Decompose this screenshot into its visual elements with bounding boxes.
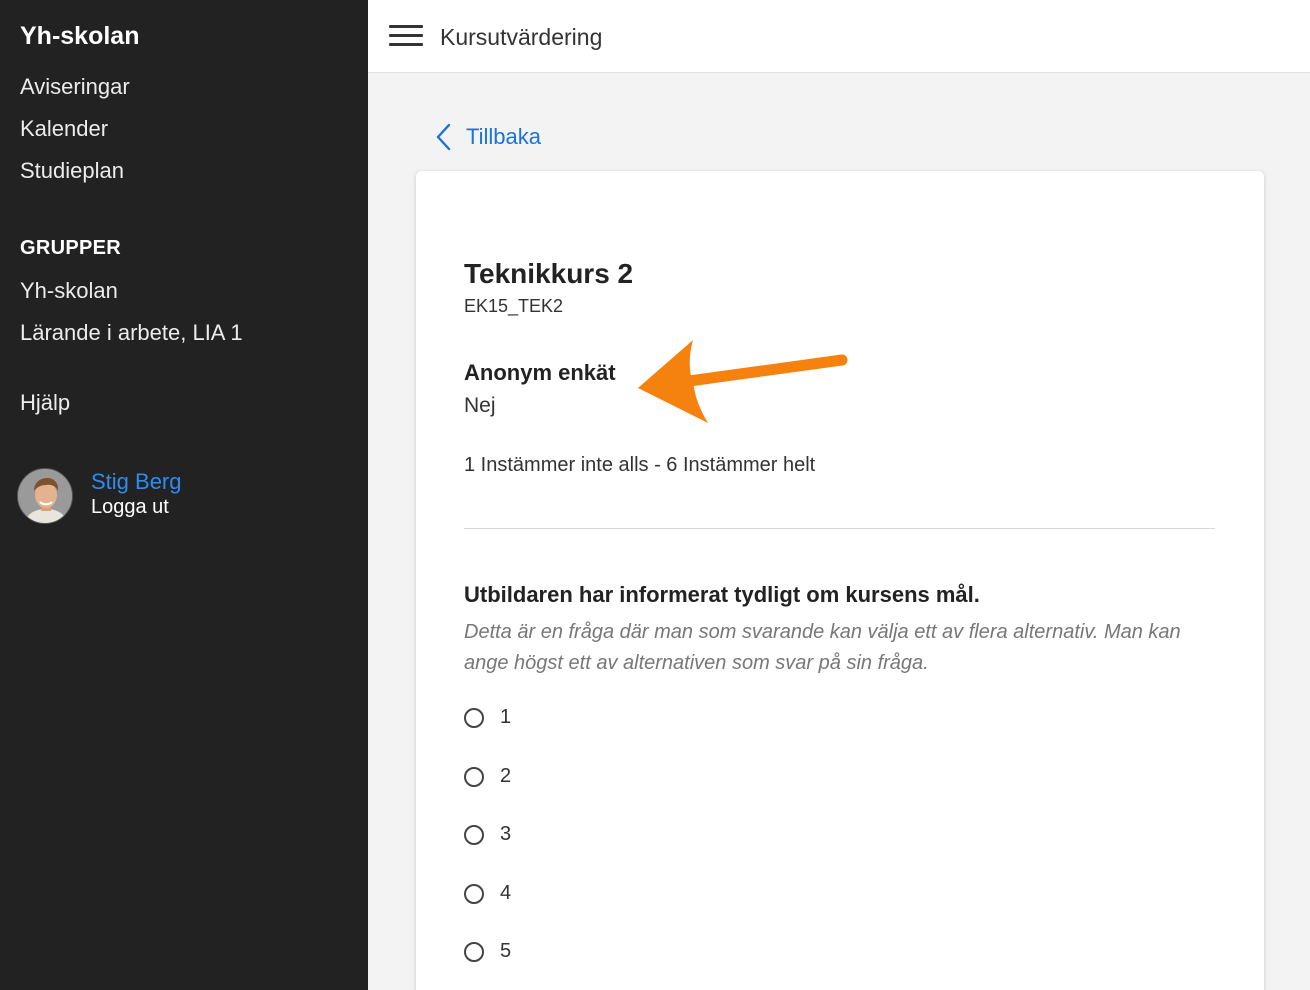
scale-description: 1 Instämmer inte alls - 6 Instämmer helt <box>464 454 816 476</box>
sidebar: Yh-skolan Aviseringar Kalender Studiepla… <box>0 0 368 990</box>
page-title: Kursutvärdering <box>440 24 603 50</box>
radio-button[interactable] <box>464 884 484 904</box>
question-title: Utbildaren har informerat tydligt om kur… <box>464 582 980 607</box>
sidebar-item-kalender[interactable]: Kalender <box>20 116 108 142</box>
brand-title[interactable]: Yh-skolan <box>20 22 139 51</box>
hamburger-menu-icon[interactable] <box>389 25 423 47</box>
option-label: 4 <box>500 882 512 904</box>
sidebar-item-help[interactable]: Hjälp <box>20 390 70 416</box>
user-panel: Stig Berg Logga ut <box>17 468 347 524</box>
divider <box>464 528 1215 529</box>
top-bar: Kursutvärdering <box>368 0 1310 73</box>
option-label: 3 <box>500 823 512 845</box>
user-name-link[interactable]: Stig Berg <box>91 469 182 495</box>
chevron-left-icon <box>436 123 451 151</box>
option-label: 2 <box>500 765 512 787</box>
anonymous-value: Nej <box>464 394 496 417</box>
radio-button[interactable] <box>464 825 484 845</box>
radio-button[interactable] <box>464 767 484 787</box>
option-label: 5 <box>500 940 512 962</box>
avatar-portrait-icon <box>18 469 72 523</box>
radio-button[interactable] <box>464 708 484 728</box>
annotation-arrow-icon <box>638 340 848 423</box>
option-label: 1 <box>500 706 512 728</box>
sidebar-item-studieplan[interactable]: Studieplan <box>20 158 124 184</box>
back-label: Tillbaka <box>466 124 541 149</box>
groups-heading: GRUPPER <box>20 237 122 259</box>
anonymous-label: Anonym enkät <box>464 360 616 385</box>
logout-link[interactable]: Logga ut <box>91 496 169 519</box>
sidebar-item-group-lia[interactable]: Lärande i arbete, LIA 1 <box>20 320 243 346</box>
sidebar-item-aviseringar[interactable]: Aviseringar <box>20 74 130 100</box>
radio-button[interactable] <box>464 942 484 962</box>
evaluation-card: Teknikkurs 2 EK15_TEK2 Anonym enkät Nej … <box>416 171 1264 990</box>
course-title: Teknikkurs 2 <box>464 258 634 289</box>
question-help: Detta är en fråga där man som svarande k… <box>464 621 1181 674</box>
sidebar-item-group-yh-skolan[interactable]: Yh-skolan <box>20 278 118 304</box>
course-code: EK15_TEK2 <box>464 296 564 316</box>
avatar[interactable] <box>17 468 73 524</box>
